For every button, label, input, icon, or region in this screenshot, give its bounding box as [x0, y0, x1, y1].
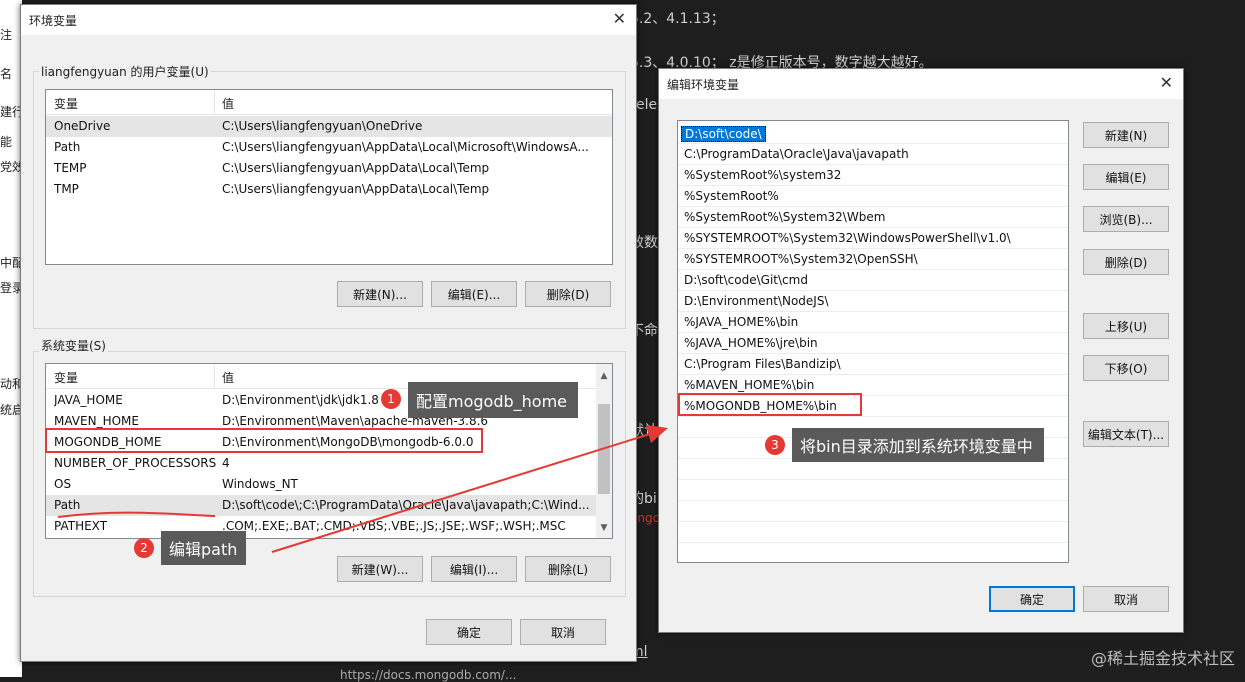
step-badge: 2: [134, 538, 154, 558]
watermark: @稀土掘金技术社区: [1090, 649, 1235, 668]
step-callout: 将bin目录添加到系统环境变量中: [792, 428, 1044, 462]
highlight-mogondb-home: [45, 428, 483, 453]
step-callout: 编辑path: [161, 531, 246, 565]
arrowhead-icon: [646, 425, 668, 443]
step-callout: 配置mogodb_home: [408, 382, 578, 418]
annotation-overlay: [57, 425, 668, 553]
annotation-underline: [57, 511, 216, 518]
step-badge: 3: [765, 435, 785, 455]
highlight-mogondb-bin: [678, 393, 862, 416]
step-badge: 1: [381, 389, 401, 409]
